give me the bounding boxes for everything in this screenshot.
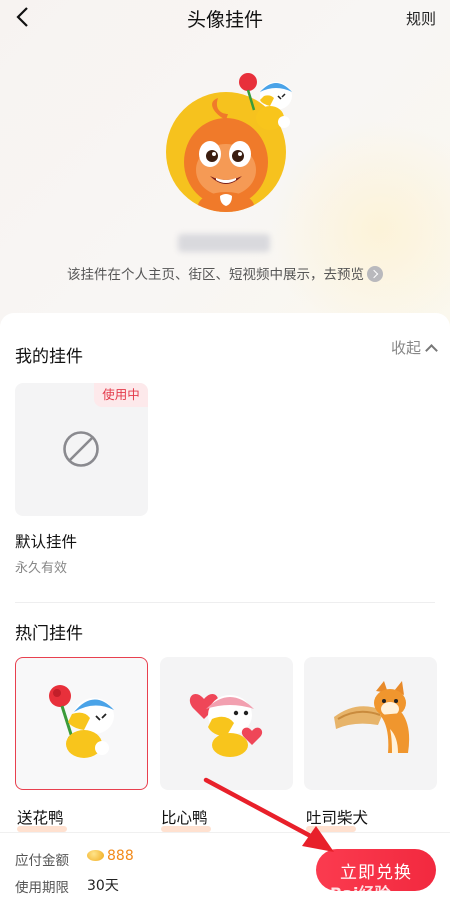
hot-pendants-title: 热门挂件 [15, 624, 83, 644]
rules-link[interactable]: 规则 [406, 8, 436, 29]
pendant-card-flower-duck[interactable] [15, 657, 148, 790]
nav-bar: 头像挂件 规则 [0, 0, 450, 34]
pendant-validity: 永久有效 [15, 561, 68, 576]
pendant-name: 比心鸭 [161, 809, 208, 827]
flower-duck-icon [49, 685, 114, 758]
amount-label: 应付金额 [15, 853, 69, 869]
pendant-name: 吐司柴犬 [306, 809, 369, 827]
pendant-card-heart-duck[interactable] [160, 657, 293, 790]
chevron-right-icon [367, 266, 383, 282]
preview-description: 该挂件在个人主页、街区、短视频中展示，去预览 [67, 267, 364, 283]
my-pendants-title: 我的挂件 [15, 347, 83, 367]
pendant-card-toast-shiba[interactable] [304, 657, 437, 790]
pendant-name: 默认挂件 [15, 533, 78, 551]
chevron-up-icon [425, 343, 438, 357]
flower-duck-icon [239, 73, 292, 130]
preview-link[interactable]: 该挂件在个人主页、街区、短视频中展示，去预览 [0, 263, 450, 283]
period-value: 30天 [87, 878, 119, 894]
watermark: Bai经验 jingyan.baidu.com [330, 880, 440, 914]
ban-icon [63, 431, 99, 467]
watermark-sub: jingyan.baidu.com [330, 904, 414, 914]
heart-duck-icon [189, 693, 263, 757]
amount-number: 888 [107, 848, 134, 864]
gold-coin-icon [87, 850, 104, 861]
flower-duck-pendant [230, 70, 300, 140]
page-title: 头像挂件 [186, 9, 263, 31]
in-use-badge: 使用中 [94, 383, 148, 407]
pendant-name: 送花鸭 [17, 809, 64, 827]
collapse-label: 收起 [390, 339, 421, 357]
watermark-text: Bai经验 [330, 884, 391, 903]
collapse-button[interactable]: 收起 [390, 337, 438, 358]
amount-value: 888 [87, 848, 134, 864]
pendant-card-default[interactable]: 使用中 [15, 383, 148, 516]
section-divider [15, 602, 435, 603]
user-name-blurred [178, 234, 270, 252]
toast-shiba-icon [334, 681, 410, 753]
period-label: 使用期限 [15, 880, 69, 896]
